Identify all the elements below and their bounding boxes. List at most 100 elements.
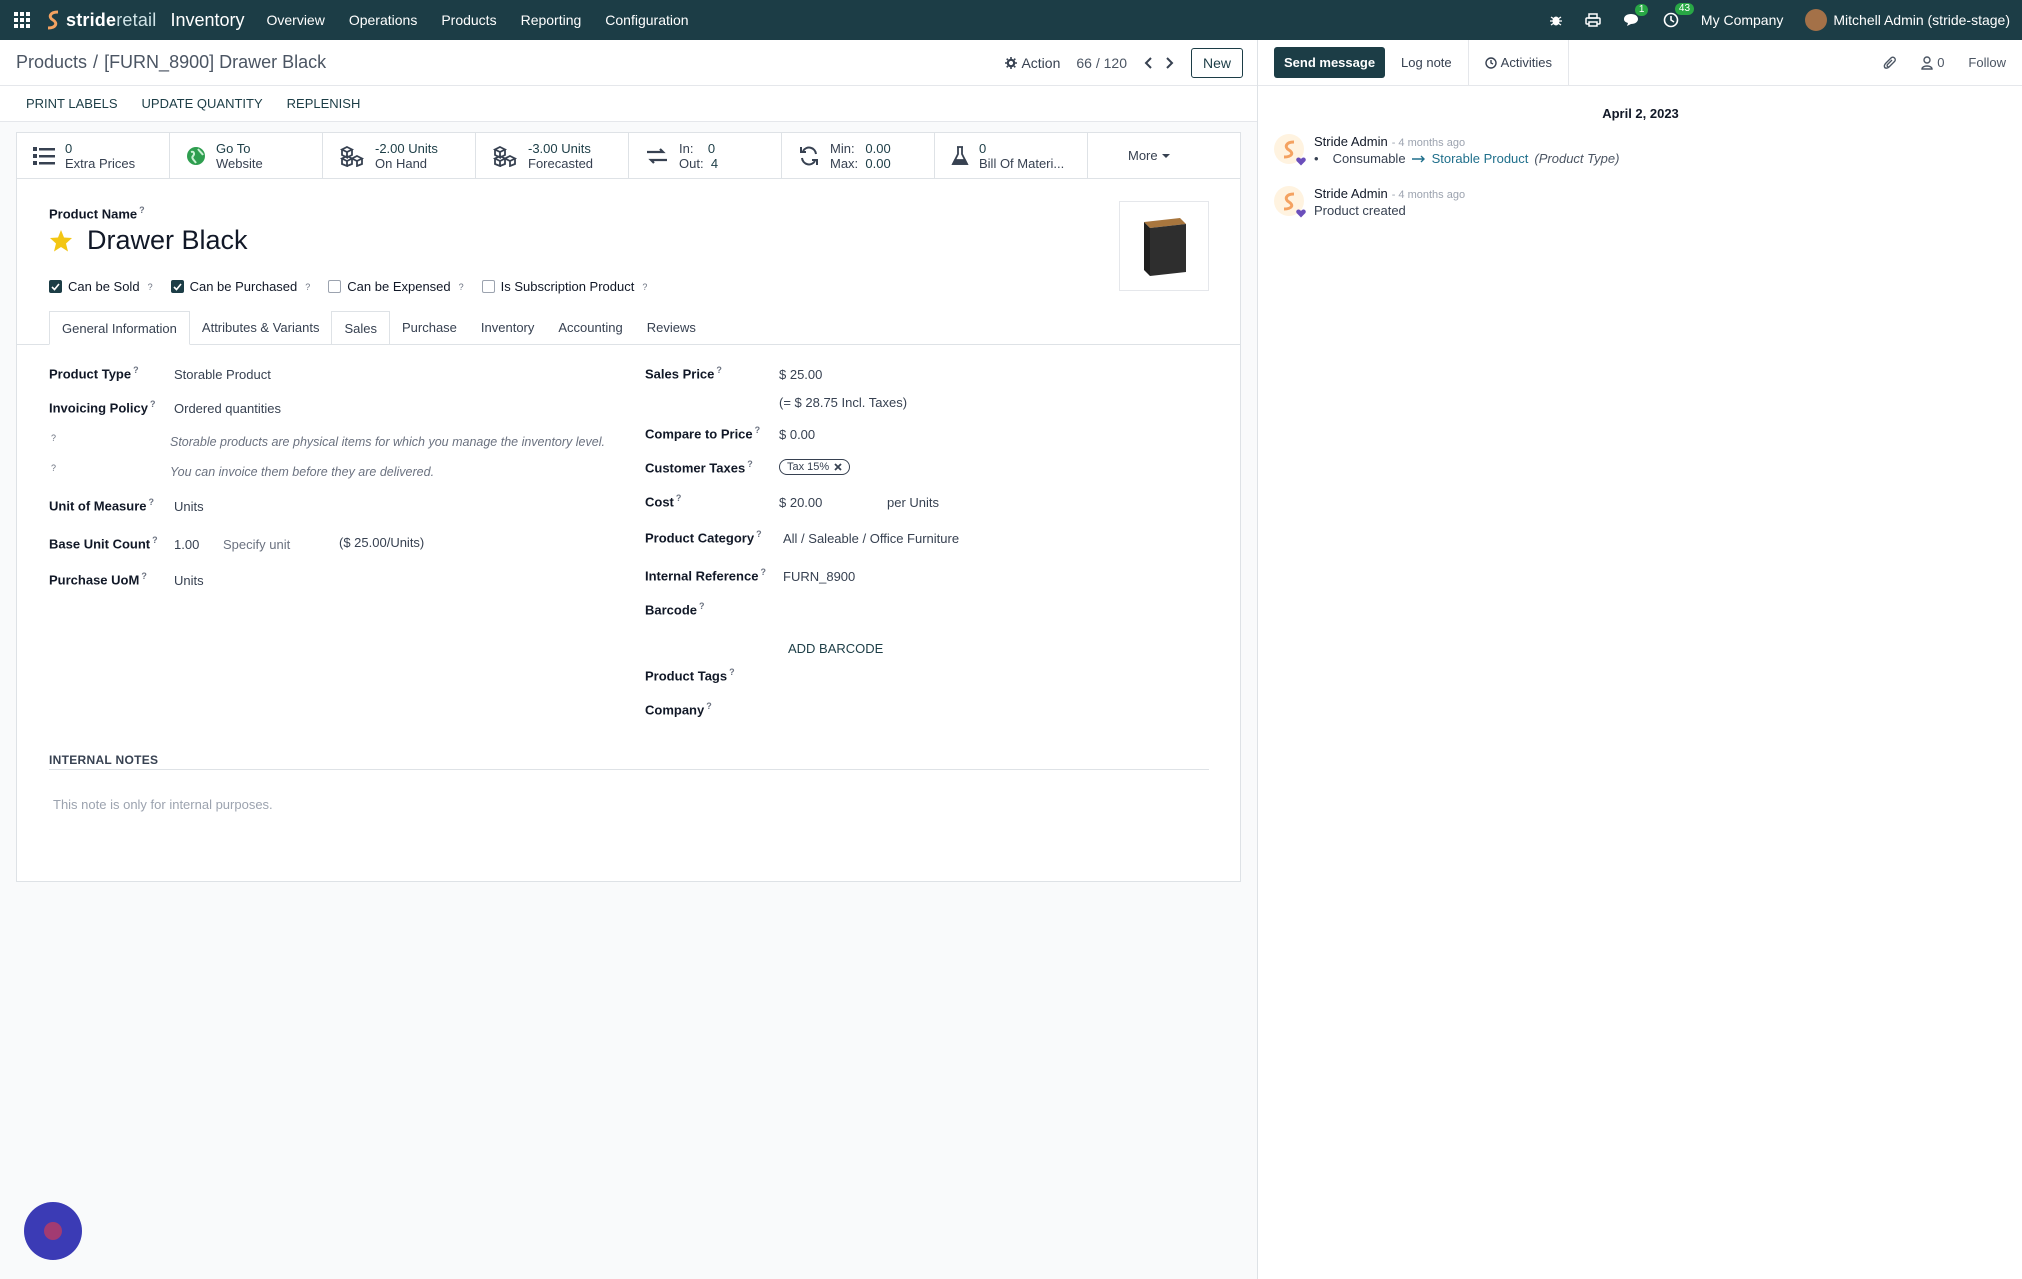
add-barcode-button[interactable]: ADD BARCODE [788,641,883,656]
form-statusbar: PRINT LABELS UPDATE QUANTITY REPLENISH [0,86,1257,122]
print-labels-button[interactable]: PRINT LABELS [26,96,118,111]
follow-button[interactable]: Follow [1968,55,2006,70]
can-be-sold-label: Can be Sold [68,279,140,294]
base-unit-count-field[interactable]: 1.00 [174,537,199,552]
internal-notes-editor[interactable]: This note is only for internal purposes. [53,797,273,812]
activities-button[interactable]: Activities [1467,39,1569,86]
menu-products[interactable]: Products [441,12,496,28]
internal-notes-title: INTERNAL NOTES [49,753,159,767]
menu-operations[interactable]: Operations [349,12,417,28]
in-out-button[interactable]: In: 0 Out: 4 [629,133,782,178]
favorite-star-icon[interactable] [49,229,73,253]
product-type-field[interactable]: Storable Product [174,367,271,382]
message-author[interactable]: Stride Admin [1314,134,1388,149]
message-body: Product created [1314,203,1406,218]
tab-accounting[interactable]: Accounting [546,311,634,344]
bill-of-materials-button[interactable]: 0 Bill Of Materi... [935,133,1088,178]
new-button[interactable]: New [1190,47,1243,78]
min-label: Min: [830,140,855,156]
tab-reviews[interactable]: Reviews [635,311,708,344]
chatter-message: Stride Admin - 4 months ago Product creat… [1274,186,1465,218]
breadcrumb-separator: / [93,52,99,72]
invoicing-policy-field[interactable]: Ordered quantities [174,401,281,416]
tracked-field: (Product Type) [1534,151,1620,166]
base-unit-count-label: Base Unit Count? [49,535,158,552]
menu-overview[interactable]: Overview [266,12,324,28]
product-image[interactable] [1119,201,1209,291]
printer-icon[interactable] [1585,13,1601,27]
in-label: In: [679,140,694,156]
app-title[interactable]: Inventory [170,10,244,31]
cost-field[interactable]: $ 20.00 [779,495,822,510]
brand-logo[interactable]: strideretail [44,9,156,31]
user-menu[interactable]: Mitchell Admin (stride-stage) [1805,9,2010,31]
action-menu[interactable]: Action [1005,55,1060,71]
company-switcher[interactable]: My Company [1701,12,1783,28]
product-name-field[interactable]: Drawer Black [87,225,248,256]
brand-bold: stride [66,9,117,30]
product-options: Can be Sold? Can be Purchased? Can be Ex… [49,279,647,294]
is-subscription-checkbox[interactable]: Is Subscription Product? [481,279,647,294]
min-max-button[interactable]: Min: 0.00 Max: 0.00 [782,133,935,178]
go-to-website-button[interactable]: Go To Website [170,133,323,178]
more-smart-buttons[interactable]: More [1128,133,1170,178]
tab-purchase[interactable]: Purchase [390,311,469,344]
breadcrumb-products[interactable]: Products [16,52,87,72]
forecasted-button[interactable]: -3.00 Units Forecasted [476,133,629,178]
menu-reporting[interactable]: Reporting [521,12,582,28]
pager-next-icon[interactable] [1165,56,1175,70]
pager-value[interactable]: 66 / 120 [1076,55,1127,71]
caret-down-icon [1161,153,1170,158]
form-tabs: General Information Attributes & Variant… [17,311,1240,345]
invoicing-policy-label: Invoicing Policy? [49,399,156,416]
author-avatar[interactable] [1274,186,1306,218]
internal-reference-field[interactable]: FURN_8900 [783,569,855,584]
flask-icon [951,145,969,165]
tab-general-information[interactable]: General Information [49,311,190,345]
chat-icon[interactable]: 1 [1623,3,1649,28]
log-note-button[interactable]: Log note [1385,47,1468,78]
website-line1: Go To [216,140,251,156]
clock-icon [1484,56,1497,69]
assistant-launcher-button[interactable] [24,1202,82,1260]
top-navbar: strideretail Inventory Overview Operatio… [0,0,2022,40]
followers-button[interactable]: 0 [1921,55,1944,70]
invoicing-help: You can invoice them before they are del… [170,465,435,479]
remove-tag-icon[interactable] [834,463,842,471]
apps-menu-icon[interactable] [0,0,44,40]
on-hand-button[interactable]: -2.00 Units On Hand [323,133,476,178]
tab-sales[interactable]: Sales [331,311,390,344]
can-be-expensed-checkbox[interactable]: Can be Expensed? [328,279,464,294]
pager-previous-icon[interactable] [1143,56,1153,70]
activity-clock-icon[interactable]: 43 [1663,3,1695,28]
base-unit-price: ($ 25.00/Units) [339,535,425,550]
menu-configuration[interactable]: Configuration [605,12,688,28]
out-value: 4 [710,155,719,171]
tab-attributes-variants[interactable]: Attributes & Variants [190,311,332,344]
extra-prices-button[interactable]: 0 Extra Prices [17,133,170,178]
sales-price-field[interactable]: $ 25.00 [779,367,822,382]
followers-count: 0 [1937,55,1945,70]
send-message-button[interactable]: Send message [1274,47,1386,78]
paperclip-icon[interactable] [1883,56,1897,70]
bug-icon[interactable] [1549,13,1563,27]
barcode-label: Barcode? [645,601,705,618]
can-be-purchased-checkbox[interactable]: Can be Purchased? [170,279,310,294]
author-avatar[interactable] [1274,134,1306,166]
replenish-button[interactable]: REPLENISH [287,96,361,111]
message-author[interactable]: Stride Admin [1314,186,1388,201]
chat-badge: 1 [1634,3,1649,16]
update-quantity-button[interactable]: UPDATE QUANTITY [142,96,263,111]
tax-tag[interactable]: Tax 15% [779,459,851,475]
compare-price-field[interactable]: $ 0.00 [779,427,815,442]
cost-label: Cost? [645,493,682,510]
tab-inventory[interactable]: Inventory [469,311,546,344]
specify-unit-field[interactable]: Specify unit [223,537,290,552]
uom-field[interactable]: Units [174,499,204,514]
bom-value: 0 [979,140,987,156]
purchase-uom-field[interactable]: Units [174,573,204,588]
can-be-purchased-label: Can be Purchased [189,279,298,294]
list-icon [33,146,55,165]
product-category-field[interactable]: All / Saleable / Office Furniture [783,531,959,546]
can-be-sold-checkbox[interactable]: Can be Sold? [49,279,153,294]
